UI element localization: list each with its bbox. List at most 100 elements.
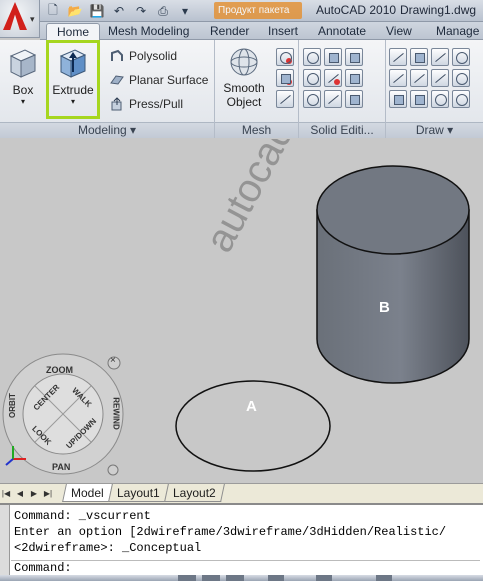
modeling-panel-title[interactable]: Modeling ▾ <box>0 122 214 138</box>
tab-mesh-modeling[interactable]: Mesh Modeling <box>108 23 189 40</box>
title-bar: 🗋 📂 💾 ↶ ↷ ⎙ ▾ Продукт пакета AutoCAD 201… <box>0 0 483 22</box>
tab-layout1-label: Layout1 <box>117 486 160 500</box>
status-toggle[interactable] <box>226 575 244 581</box>
tab-view[interactable]: View <box>386 23 412 40</box>
construction-line-icon[interactable] <box>410 69 428 87</box>
command-history-line: <2dwireframe>: _Conceptual <box>14 541 202 555</box>
line-icon[interactable] <box>389 48 407 66</box>
status-bar <box>0 575 483 581</box>
extrude-button[interactable]: Extrude ▾ <box>50 46 96 106</box>
steering-menu-icon[interactable] <box>107 464 119 476</box>
command-window-grip[interactable] <box>0 505 10 577</box>
polygon-icon[interactable] <box>389 90 407 108</box>
tab-layout1[interactable]: Layout1 <box>108 484 169 502</box>
smooth-object-button[interactable]: Smooth Object <box>218 46 270 109</box>
chevron-down-icon: ▾ <box>30 14 35 24</box>
info-center-field[interactable]: Продукт пакета <box>214 2 302 19</box>
planar-surface-icon <box>110 75 124 85</box>
tab-layout2[interactable]: Layout2 <box>164 484 225 502</box>
application-menu-button[interactable]: ▾ <box>0 0 40 38</box>
shell-icon[interactable] <box>324 90 342 108</box>
redo-icon[interactable]: ↷ <box>132 3 150 19</box>
print-icon[interactable]: ⎙ <box>154 3 172 19</box>
smooth-label: Smooth <box>223 81 265 95</box>
tab-model-label: Model <box>71 486 104 500</box>
slice-icon[interactable] <box>345 90 363 108</box>
tab-annotate[interactable]: Annotate <box>318 23 366 40</box>
command-window[interactable]: Command: _vscurrent Enter an option [2dw… <box>0 503 483 577</box>
prev-layout-icon[interactable]: ◀ <box>14 487 26 500</box>
new-file-icon[interactable]: 🗋 <box>44 3 62 19</box>
cylinder-b[interactable] <box>316 165 470 384</box>
presspull-icon <box>111 97 122 111</box>
tab-manage[interactable]: Manage <box>436 23 479 40</box>
steering-orbit[interactable]: ORBIT <box>8 393 17 418</box>
planar-surface-label: Planar Surface <box>129 73 209 87</box>
mesh-panel-title[interactable]: Mesh <box>215 122 298 138</box>
region-icon[interactable] <box>410 90 428 108</box>
layout-tab-bar: |◀ ◀ ▶ ▶| Model Layout1 Layout2 <box>0 483 483 503</box>
ellipse-icon[interactable] <box>452 90 470 108</box>
draw-panel-title[interactable]: Draw ▾ <box>386 122 483 138</box>
rectangle-icon[interactable] <box>410 48 428 66</box>
status-toggle[interactable] <box>202 575 220 581</box>
tab-layout2-label: Layout2 <box>173 486 216 500</box>
extrude-faces-icon[interactable] <box>345 48 363 66</box>
ellipse-a[interactable] <box>175 380 331 472</box>
presspull-button[interactable]: Press/Pull <box>110 97 183 111</box>
presspull-label: Press/Pull <box>129 97 184 111</box>
status-toggle[interactable] <box>316 575 332 581</box>
mesh-refine-icon[interactable] <box>276 48 294 66</box>
tab-insert[interactable]: Insert <box>268 23 298 40</box>
save-icon[interactable]: 💾 <box>88 3 106 19</box>
autocad-logo-icon <box>3 2 27 30</box>
steering-rewind[interactable]: REWIND <box>112 397 121 429</box>
mesh-uncrease-icon[interactable] <box>276 90 294 108</box>
open-folder-icon[interactable]: 📂 <box>66 3 84 19</box>
object-label: Object <box>226 95 262 109</box>
separate-icon[interactable] <box>324 69 342 87</box>
spline-icon[interactable] <box>389 69 407 87</box>
tab-home[interactable]: Home <box>46 23 101 41</box>
undo-icon[interactable]: ↶ <box>110 3 128 19</box>
status-toggle[interactable] <box>376 575 392 581</box>
union-icon[interactable] <box>303 48 321 66</box>
command-history-line: Enter an option [2dwireframe/3dwireframe… <box>14 525 447 539</box>
label-a: A <box>246 398 257 415</box>
circle-icon[interactable] <box>452 69 470 87</box>
ray-icon[interactable] <box>431 69 449 87</box>
steering-zoom[interactable]: ZOOM <box>46 365 73 375</box>
polysolid-button[interactable]: Polysolid <box>110 49 177 63</box>
polyline-icon[interactable] <box>431 48 449 66</box>
qat-dropdown-icon[interactable]: ▾ <box>176 3 194 19</box>
steering-pan[interactable]: PAN <box>52 462 70 472</box>
solid-editing-panel-title[interactable]: Solid Editi... <box>299 122 385 138</box>
status-toggle[interactable] <box>178 575 196 581</box>
arc-icon[interactable] <box>452 48 470 66</box>
next-layout-icon[interactable]: ▶ <box>28 487 40 500</box>
scene-canvas: autocad12.blogspot.com <box>2 139 470 476</box>
drawing-viewport[interactable]: autocad12.blogspot.com B A ZOOM ORBIT CE… <box>0 139 483 483</box>
intersect-icon[interactable] <box>303 90 321 108</box>
polysolid-icon <box>111 49 123 61</box>
box-label: Box <box>12 83 34 97</box>
first-layout-icon[interactable]: |◀ <box>0 487 12 500</box>
command-prompt[interactable]: Command: <box>11 560 480 575</box>
donut-icon[interactable] <box>431 90 449 108</box>
mesh-tools <box>276 48 294 108</box>
steering-close-label[interactable]: × <box>110 355 116 366</box>
ribbon-tabs: Home Mesh Modeling Render Insert Annotat… <box>40 22 483 41</box>
last-layout-icon[interactable]: ▶| <box>42 487 54 500</box>
box-button[interactable]: Box ▾ <box>4 46 42 106</box>
extrude-label: Extrude <box>52 83 94 97</box>
tab-model[interactable]: Model <box>62 484 113 502</box>
status-toggle[interactable] <box>268 575 284 581</box>
extract-edges-icon[interactable] <box>324 48 342 66</box>
planar-surface-button[interactable]: Planar Surface <box>110 73 208 87</box>
app-title: AutoCAD 2010 <box>316 3 397 17</box>
imprint-icon[interactable] <box>345 69 363 87</box>
tab-render[interactable]: Render <box>210 23 249 40</box>
document-title: Drawing1.dwg <box>400 3 477 17</box>
subtract-icon[interactable] <box>303 69 321 87</box>
mesh-crease-icon[interactable] <box>276 69 294 87</box>
